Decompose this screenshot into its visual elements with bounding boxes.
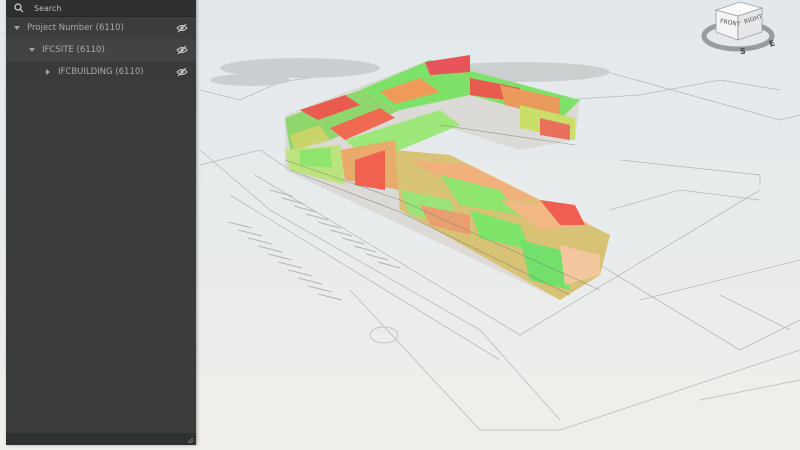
panel-footer [6, 433, 196, 445]
model-browser-panel: Project Number (6110) IFCSITE (6110) IFC… [6, 0, 196, 445]
view-cube[interactable]: FRONT RIGHT S E [700, 0, 800, 56]
resize-handle-icon[interactable] [186, 436, 194, 444]
compass-south-label: S [740, 47, 746, 56]
tree-item-label: IFCSITE (6110) [42, 45, 105, 55]
tree-item-label: IFCBUILDING (6110) [58, 67, 144, 77]
eye-hidden-icon[interactable] [176, 67, 188, 77]
eye-hidden-icon[interactable] [176, 23, 188, 33]
caret-down-icon[interactable] [28, 46, 36, 54]
caret-right-icon[interactable] [44, 68, 52, 76]
tree-item-ifcbuilding[interactable]: IFCBUILDING (6110) [6, 61, 196, 83]
tree-item-ifcsite[interactable]: IFCSITE (6110) [6, 39, 196, 61]
search-bar [6, 0, 196, 17]
search-icon [14, 3, 24, 13]
tree-item-label: Project Number (6110) [27, 23, 124, 33]
eye-hidden-icon[interactable] [176, 45, 188, 55]
tree-item-project[interactable]: Project Number (6110) [6, 17, 196, 39]
building-model[interactable] [284, 55, 610, 300]
search-input[interactable] [32, 2, 176, 14]
caret-down-icon[interactable] [13, 24, 21, 32]
compass-east-label: E [768, 38, 776, 48]
